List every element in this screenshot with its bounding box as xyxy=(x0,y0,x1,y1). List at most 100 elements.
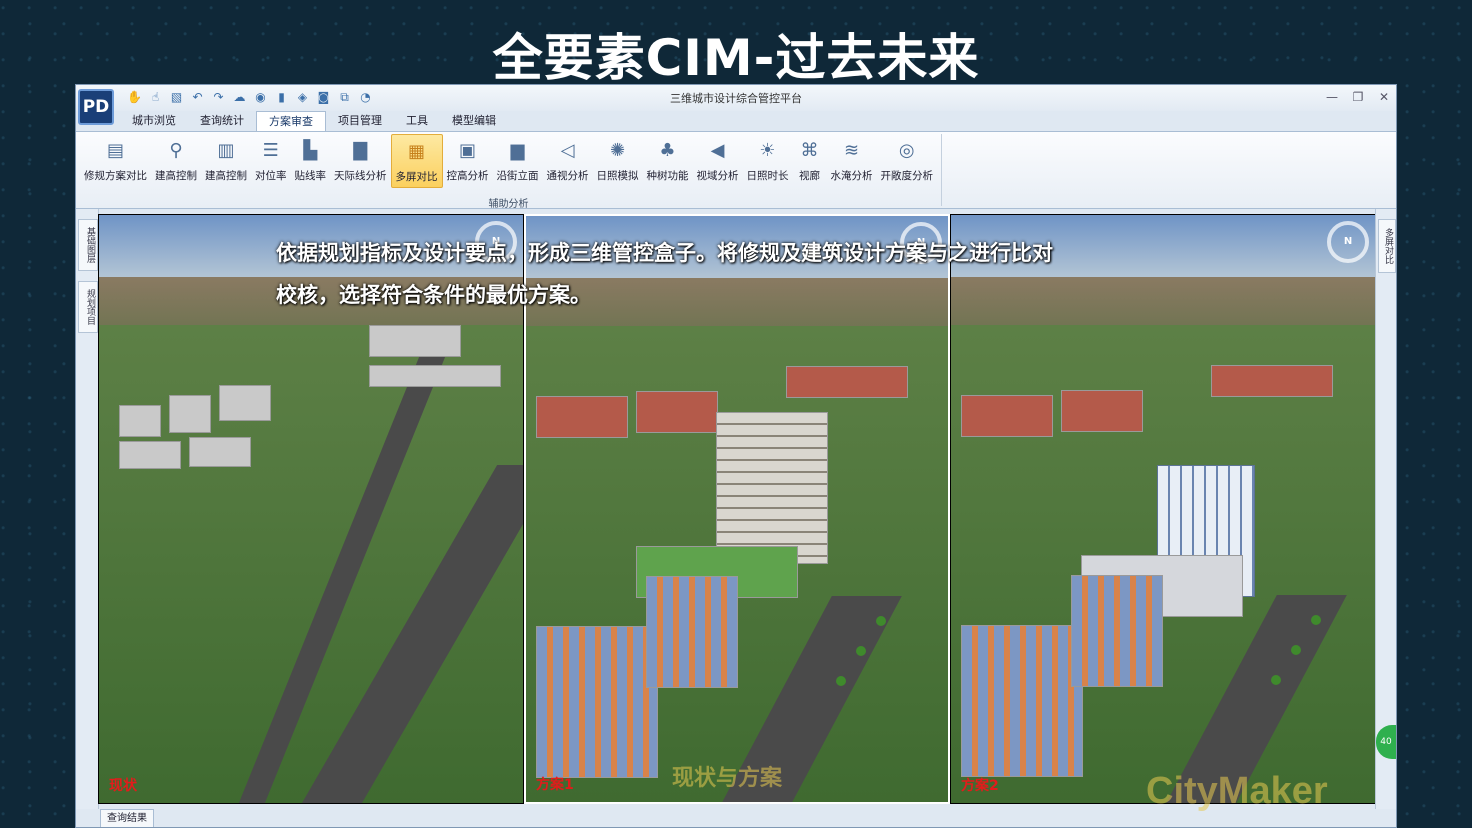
ribbon-group-separator xyxy=(941,134,942,206)
tab-query-stats[interactable]: 查询统计 xyxy=(188,111,256,131)
button-label: 视域分析 xyxy=(696,170,739,182)
left-side-rail: 基础图层 规划项目 xyxy=(76,209,99,809)
view-corridor-button[interactable]: ⌘ 视廊 xyxy=(793,134,827,188)
tab-plan-review[interactable]: 方案审查 xyxy=(256,111,326,131)
office-building xyxy=(961,625,1083,777)
button-label: 日照模拟 xyxy=(596,170,639,182)
button-label: 贴线率 xyxy=(294,170,327,182)
building-height-icon: ▥ xyxy=(217,140,235,161)
button-label: 视廊 xyxy=(799,170,820,182)
viewport-label: 方案1 xyxy=(536,777,574,793)
viewshed-icon: ◀ xyxy=(710,140,725,161)
align-icon: ☰ xyxy=(262,140,279,161)
building xyxy=(189,437,251,467)
building xyxy=(961,395,1053,437)
line-rate-icon: ▙ xyxy=(303,140,318,161)
rail-tab-multi-screen-compare[interactable]: 多屏对比 xyxy=(1378,219,1396,273)
ribbon-group-label: 辅助分析 xyxy=(488,199,529,210)
button-label: 建高控制 xyxy=(155,170,197,182)
tab-project-management[interactable]: 项目管理 xyxy=(326,111,394,131)
tree xyxy=(856,646,866,656)
ribbon-button-group: ▤ 修规方案对比 ⚲ 建高控制 ▥ 建高控制 ☰ 对位率 ▙ 贴线率 ▇ 天际线分析 ▦ 多屏… xyxy=(80,134,937,188)
building xyxy=(536,396,628,438)
sun-duration-button[interactable]: ☀ 日照时长 xyxy=(743,134,793,188)
building-height-control-button[interactable]: ▥ 建高控制 xyxy=(201,134,251,188)
button-label: 沿街立面 xyxy=(496,170,539,182)
building xyxy=(786,366,908,398)
rail-tab-base-layers[interactable]: 基础图层 xyxy=(78,219,98,271)
tower-building xyxy=(716,412,828,564)
button-label: 对位率 xyxy=(255,170,287,182)
ribbon: ▤ 修规方案对比 ⚲ 建高控制 ▥ 建高控制 ☰ 对位率 ▙ 贴线率 ▇ 天际线分析 ▦ 多屏… xyxy=(76,131,1396,210)
building xyxy=(169,395,211,433)
query-results-tab[interactable]: 查询结果 xyxy=(100,809,154,827)
button-label: 修规方案对比 xyxy=(84,170,147,182)
slide-title: 全要素CIM-过去未来 xyxy=(492,29,980,87)
view-corridor-icon: ⌘ xyxy=(800,140,819,161)
office-building xyxy=(1071,575,1163,687)
sunlight-sim-icon: ✺ xyxy=(609,140,626,161)
button-label: 建高控制 xyxy=(205,170,247,182)
plan-compare-button[interactable]: ▤ 修规方案对比 xyxy=(80,134,151,188)
watermark-text: 现状与方案 xyxy=(672,766,783,791)
line-rate-button[interactable]: ▙ 贴线率 xyxy=(291,134,331,188)
rail-tab-planning-projects[interactable]: 规划项目 xyxy=(78,281,98,333)
multi-screen-compare-button[interactable]: ▦ 多屏对比 xyxy=(390,134,443,188)
minimize-icon[interactable]: — xyxy=(1324,89,1340,105)
tree xyxy=(836,676,846,686)
title-bar: ✋ ☝ ▧ ↶ ↷ ☁ ◉ ▮ ◈ ◙ ⧉ ◔ 三维城市设计综合管控平台 — ❐… xyxy=(76,85,1396,111)
sightline-icon: ◁ xyxy=(560,140,575,161)
openness-analysis-button[interactable]: ◎ 开敞度分析 xyxy=(877,134,938,188)
street-facade-button[interactable]: ▆ 沿街立面 xyxy=(493,134,543,188)
button-label: 水淹分析 xyxy=(830,170,873,182)
button-label: 天际线分析 xyxy=(334,170,387,182)
flood-icon: ≋ xyxy=(843,140,860,161)
button-label: 通视分析 xyxy=(546,170,589,182)
viewshed-analysis-button[interactable]: ◀ 视域分析 xyxy=(693,134,743,188)
overlay-caption: 依据规划指标及设计要点，形成三维管控盒子。将修规及建筑设计方案与之进行比对校核，… xyxy=(276,241,1053,307)
viewport-label: 方案2 xyxy=(961,778,999,794)
window-title: 三维城市设计综合管控平台 xyxy=(670,92,802,105)
building xyxy=(1211,365,1333,397)
sunlight-simulation-button[interactable]: ✺ 日照模拟 xyxy=(593,134,643,188)
office-building xyxy=(536,626,658,778)
app-window: ✋ ☝ ▧ ↶ ↷ ☁ ◉ ▮ ◈ ◙ ⧉ ◔ 三维城市设计综合管控平台 — ❐… xyxy=(75,84,1397,828)
viewport-label: 现状 xyxy=(109,778,137,794)
building xyxy=(369,325,461,357)
flood-analysis-button[interactable]: ≋ 水淹分析 xyxy=(827,134,877,188)
tab-model-edit[interactable]: 模型编辑 xyxy=(440,111,508,131)
button-label: 多屏对比 xyxy=(395,171,438,183)
citymaker-watermark: CityMaker xyxy=(1146,770,1328,812)
button-label: 种树功能 xyxy=(646,170,689,182)
building xyxy=(369,365,501,387)
button-label: 日照时长 xyxy=(746,170,789,182)
sightline-analysis-button[interactable]: ◁ 通视分析 xyxy=(543,134,593,188)
street-facade-icon: ▆ xyxy=(510,140,525,161)
tree xyxy=(1291,645,1301,655)
building xyxy=(636,391,718,433)
right-side-rail: 多屏对比 xyxy=(1375,209,1396,809)
button-label: 控高分析 xyxy=(446,170,489,182)
tree-icon: ♣ xyxy=(659,140,676,161)
height-pin-icon: ⚲ xyxy=(169,140,183,161)
window-controls: — ❐ ✕ xyxy=(1324,89,1392,105)
compass-icon[interactable]: N xyxy=(1327,221,1369,263)
building xyxy=(1061,390,1143,432)
tree-planting-button[interactable]: ♣ 种树功能 xyxy=(643,134,693,188)
height-analysis-icon: ▣ xyxy=(458,140,476,161)
sun-duration-icon: ☀ xyxy=(759,140,776,161)
restore-icon[interactable]: ❐ xyxy=(1350,89,1366,105)
building xyxy=(119,405,161,437)
tab-tools[interactable]: 工具 xyxy=(394,111,440,131)
office-building xyxy=(646,576,738,688)
height-control-button[interactable]: ⚲ 建高控制 xyxy=(151,134,201,188)
close-icon[interactable]: ✕ xyxy=(1376,89,1392,105)
compare-icon: ▤ xyxy=(106,140,124,161)
tree xyxy=(1271,675,1281,685)
skyline-icon: ▇ xyxy=(353,140,368,161)
skyline-analysis-button[interactable]: ▇ 天际线分析 xyxy=(330,134,391,188)
tab-city-browse[interactable]: 城市浏览 xyxy=(120,111,188,131)
ribbon-tabs: 城市浏览 查询统计 方案审查 项目管理 工具 模型编辑 xyxy=(120,111,508,131)
alignment-rate-button[interactable]: ☰ 对位率 xyxy=(251,134,291,188)
height-analysis-button[interactable]: ▣ 控高分析 xyxy=(443,134,493,188)
